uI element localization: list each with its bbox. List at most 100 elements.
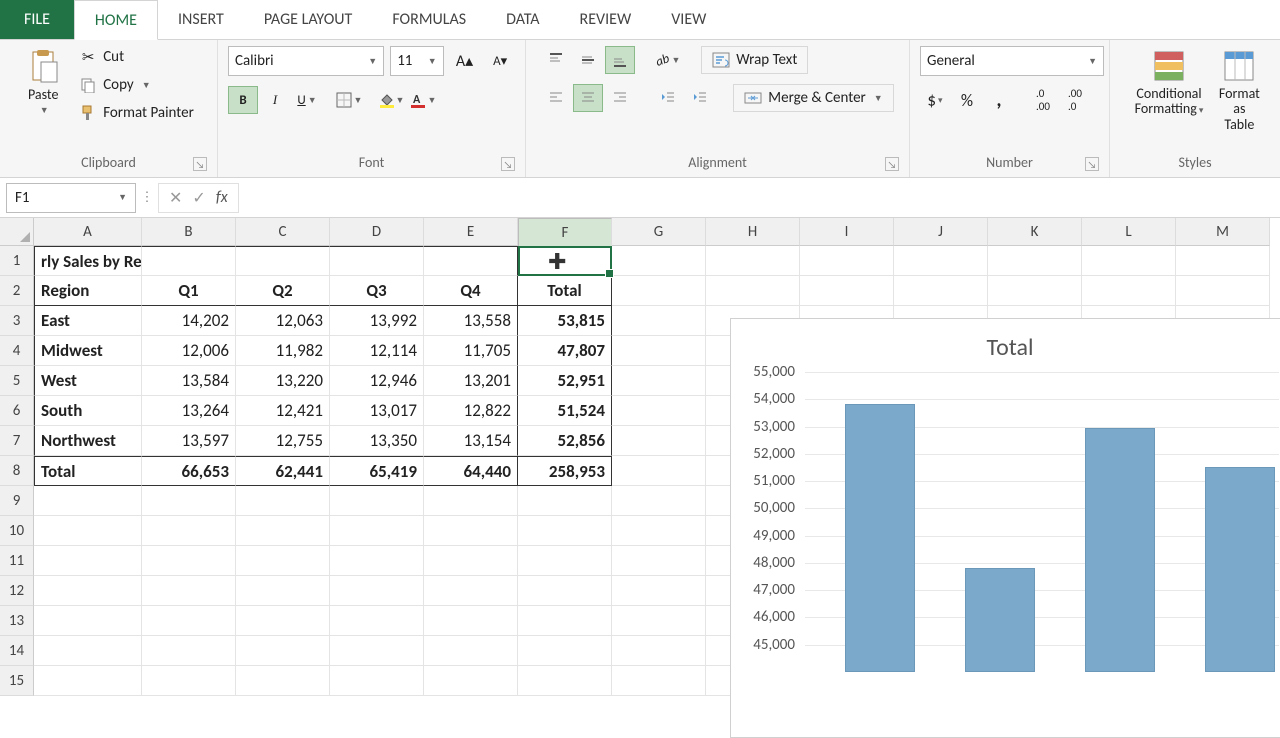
- cell[interactable]: [34, 516, 142, 546]
- format-painter-button[interactable]: Format Painter: [75, 102, 198, 124]
- row-header-2[interactable]: 2: [0, 276, 34, 306]
- cell[interactable]: [988, 246, 1082, 276]
- align-bottom-button[interactable]: [605, 46, 635, 74]
- cell[interactable]: [236, 606, 330, 636]
- cell[interactable]: [518, 666, 612, 696]
- cell[interactable]: [34, 546, 142, 576]
- cell[interactable]: [518, 576, 612, 606]
- cell[interactable]: [800, 246, 894, 276]
- cell[interactable]: [142, 486, 236, 516]
- cell[interactable]: [518, 606, 612, 636]
- column-header-K[interactable]: K: [988, 218, 1082, 246]
- row-header-15[interactable]: 15: [0, 666, 34, 696]
- cell[interactable]: 13,017: [330, 396, 424, 426]
- cell[interactable]: [894, 276, 988, 306]
- cell[interactable]: [894, 246, 988, 276]
- tab-review[interactable]: REVIEW: [560, 0, 652, 39]
- column-header-C[interactable]: C: [236, 218, 330, 246]
- cell[interactable]: 12,421: [236, 396, 330, 426]
- cell[interactable]: 12,114: [330, 336, 424, 366]
- cell[interactable]: 13,992: [330, 306, 424, 336]
- wrap-text-button[interactable]: Wrap Text: [701, 46, 808, 74]
- cell[interactable]: [1176, 246, 1270, 276]
- cell[interactable]: 13,350: [330, 426, 424, 456]
- cell[interactable]: 66,653: [142, 456, 236, 486]
- font-size-select[interactable]: 11▼: [390, 46, 444, 76]
- row-header-14[interactable]: 14: [0, 636, 34, 666]
- cell[interactable]: [612, 486, 706, 516]
- formula-input[interactable]: [247, 183, 1274, 213]
- cell[interactable]: 51,524: [518, 396, 612, 426]
- cell[interactable]: 12,822: [424, 396, 518, 426]
- cell[interactable]: [34, 606, 142, 636]
- cell[interactable]: [424, 486, 518, 516]
- cell[interactable]: [142, 546, 236, 576]
- cell[interactable]: [330, 606, 424, 636]
- cell[interactable]: [330, 576, 424, 606]
- cell[interactable]: [236, 666, 330, 696]
- row-header-6[interactable]: 6: [0, 396, 34, 426]
- cell[interactable]: West: [34, 366, 142, 396]
- cell[interactable]: [142, 666, 236, 696]
- column-header-G[interactable]: G: [612, 218, 706, 246]
- row-header-4[interactable]: 4: [0, 336, 34, 366]
- cell[interactable]: 47,807: [518, 336, 612, 366]
- comma-button[interactable]: ,: [984, 86, 1014, 114]
- dialog-launcher-icon[interactable]: ↘: [885, 157, 899, 171]
- name-box[interactable]: F1 ▼: [6, 183, 136, 213]
- chart-bar[interactable]: [845, 404, 915, 672]
- cell[interactable]: [1176, 276, 1270, 306]
- align-right-button[interactable]: [605, 84, 635, 112]
- cut-button[interactable]: ✂ Cut: [75, 46, 128, 68]
- dialog-launcher-icon[interactable]: ↘: [501, 157, 515, 171]
- cell[interactable]: [612, 576, 706, 606]
- number-format-select[interactable]: General▼: [920, 46, 1104, 76]
- cell[interactable]: 258,953: [518, 456, 612, 486]
- cell[interactable]: 52,951: [518, 366, 612, 396]
- fx-icon[interactable]: fx: [216, 188, 228, 207]
- chart-bar[interactable]: [965, 568, 1035, 672]
- row-header-1[interactable]: 1: [0, 246, 34, 276]
- embedded-chart[interactable]: Total 45,00046,00047,00048,00049,00050,0…: [730, 318, 1280, 738]
- cell[interactable]: [612, 636, 706, 666]
- cell[interactable]: [236, 246, 330, 276]
- cell[interactable]: [612, 336, 706, 366]
- merge-center-button[interactable]: Merge & Center ▼: [733, 84, 893, 112]
- cell[interactable]: Total: [34, 456, 142, 486]
- cell[interactable]: 12,006: [142, 336, 236, 366]
- cell[interactable]: [330, 486, 424, 516]
- grow-font-button[interactable]: A▴: [450, 47, 480, 75]
- cell[interactable]: [612, 426, 706, 456]
- cell[interactable]: [330, 666, 424, 696]
- column-header-F[interactable]: F: [518, 218, 612, 248]
- cell[interactable]: [1082, 246, 1176, 276]
- cell[interactable]: [518, 516, 612, 546]
- cell[interactable]: [330, 246, 424, 276]
- cell[interactable]: [612, 606, 706, 636]
- tab-data[interactable]: DATA: [486, 0, 559, 39]
- cell[interactable]: 13,264: [142, 396, 236, 426]
- row-header-12[interactable]: 12: [0, 576, 34, 606]
- cell[interactable]: [1082, 276, 1176, 306]
- cell[interactable]: [142, 246, 236, 276]
- cell[interactable]: 14,202: [142, 306, 236, 336]
- shrink-font-button[interactable]: A▾: [485, 47, 515, 75]
- cell[interactable]: [518, 636, 612, 666]
- italic-button[interactable]: I: [260, 86, 290, 114]
- bold-button[interactable]: B: [228, 86, 258, 114]
- column-header-A[interactable]: A: [34, 218, 142, 246]
- cell[interactable]: 13,558: [424, 306, 518, 336]
- cell[interactable]: [518, 246, 612, 276]
- tab-insert[interactable]: INSERT: [158, 0, 244, 39]
- cell[interactable]: Q3: [330, 276, 424, 306]
- cell[interactable]: [518, 546, 612, 576]
- tab-view[interactable]: VIEW: [651, 0, 726, 39]
- row-header-11[interactable]: 11: [0, 546, 34, 576]
- column-header-D[interactable]: D: [330, 218, 424, 246]
- cell[interactable]: Region: [34, 276, 142, 306]
- dialog-launcher-icon[interactable]: ↘: [1085, 157, 1099, 171]
- cell[interactable]: [612, 276, 706, 306]
- cell[interactable]: [988, 276, 1082, 306]
- cell[interactable]: [424, 636, 518, 666]
- cell[interactable]: [612, 456, 706, 486]
